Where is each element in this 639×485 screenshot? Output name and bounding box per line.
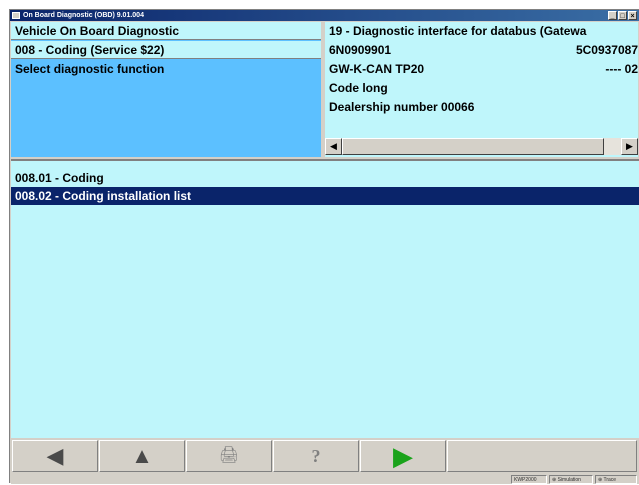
- scroll-thumb[interactable]: [342, 138, 604, 155]
- play-arrow-icon: ▶: [393, 441, 413, 471]
- help-button[interactable]: ?: [273, 440, 359, 472]
- component-row: GW-K-CAN TP20 ---- 02: [325, 60, 638, 78]
- list-item-coding-installation-list[interactable]: 008.02 - Coding installation list: [11, 187, 639, 205]
- horizontal-scrollbar[interactable]: ◀ ▶: [325, 138, 638, 155]
- back-arrow-icon: ◀: [46, 443, 64, 468]
- up-arrow-icon: ▲: [131, 443, 153, 468]
- app-icon: [12, 12, 20, 19]
- part-number: 6N0909901: [329, 43, 392, 57]
- back-button[interactable]: ◀: [12, 440, 98, 472]
- title-bar: On Board Diagnostic (OBD) 9.01.004 _ □ ×: [10, 10, 639, 21]
- prompt-text: Select diagnostic function: [15, 62, 165, 76]
- close-button[interactable]: ×: [628, 11, 637, 20]
- control-unit-title: 19 - Diagnostic interface for databus (G…: [325, 22, 638, 40]
- coding-row: Code long: [325, 79, 638, 97]
- part-number-row: 6N0909901 5C0937087: [325, 41, 638, 59]
- printer-icon: 🖨: [218, 447, 240, 464]
- control-unit-label: 19 - Diagnostic interface for databus (G…: [329, 24, 587, 38]
- coding-type: Code long: [329, 81, 388, 95]
- dealership-number: Dealership number 00066: [329, 100, 475, 114]
- scroll-right-button[interactable]: ▶: [621, 138, 638, 155]
- scroll-track[interactable]: [604, 138, 621, 155]
- function-list: 008.01 - Coding 008.02 - Coding installa…: [11, 159, 639, 439]
- mode-heading: 008 - Coding (Service $22): [11, 41, 321, 59]
- toolbar-empty-slot: [447, 440, 637, 472]
- up-button[interactable]: ▲: [99, 440, 185, 472]
- print-button[interactable]: 🖨: [186, 440, 272, 472]
- dealership-row: Dealership number 00066: [325, 98, 638, 116]
- navigation-toolbar: ◀ ▲ 🖨 ? ▶: [11, 438, 639, 474]
- component-number: 5C0937087: [575, 43, 638, 57]
- app-heading: Vehicle On Board Diagnostic: [11, 22, 321, 40]
- list-item-coding[interactable]: 008.01 - Coding: [11, 169, 639, 187]
- minimize-button[interactable]: _: [608, 11, 617, 20]
- component-version: ---- 02: [605, 62, 638, 76]
- scroll-left-button[interactable]: ◀: [325, 138, 342, 155]
- app-window: On Board Diagnostic (OBD) 9.01.004 _ □ ×…: [9, 9, 639, 484]
- maximize-button[interactable]: □: [618, 11, 627, 20]
- help-icon: ?: [311, 446, 321, 466]
- window-title: On Board Diagnostic (OBD) 9.01.004: [23, 12, 144, 19]
- continue-button[interactable]: ▶: [360, 440, 446, 472]
- header-left-panel: Vehicle On Board Diagnostic 008 - Coding…: [11, 22, 321, 157]
- window-controls: _ □ ×: [608, 11, 637, 20]
- control-unit-info-panel: 19 - Diagnostic interface for databus (G…: [325, 22, 638, 157]
- component-name: GW-K-CAN TP20: [329, 62, 425, 76]
